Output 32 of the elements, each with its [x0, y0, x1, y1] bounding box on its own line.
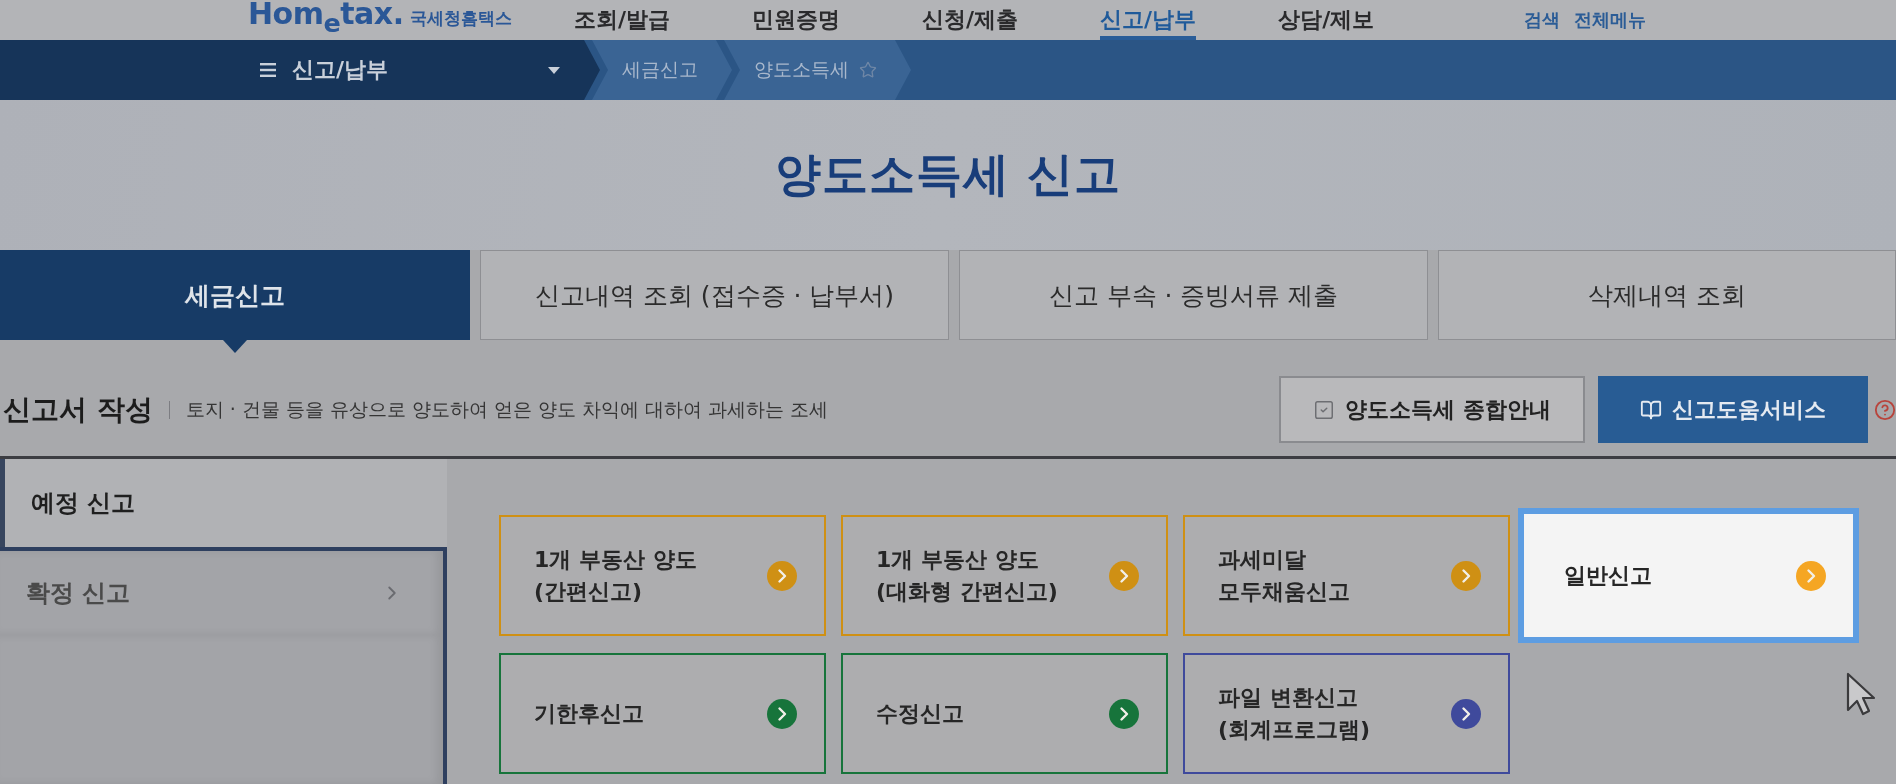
nav-menu-item[interactable]: 상담/제보	[1278, 0, 1375, 40]
checkbox-icon	[1313, 398, 1336, 421]
filing-option-button[interactable]: 기한후신고	[499, 653, 826, 774]
logo-subtitle: 국세청홈택스	[409, 6, 512, 30]
filing-option-button[interactable]: 과세미달 모두채움신고	[1183, 515, 1510, 636]
filing-option-button[interactable]: 1개 부동산 양도 (대화형 간편신고)	[841, 515, 1168, 636]
book-icon	[1640, 398, 1662, 421]
sidebar-item[interactable]: 확정 신고	[0, 547, 447, 635]
mouse-cursor-icon	[1846, 672, 1876, 716]
filing-option-button[interactable]: 수정신고	[841, 653, 1168, 774]
page-title: 양도소득세 신고	[775, 146, 1121, 203]
nav-menu-item[interactable]: 민원증명	[752, 0, 841, 40]
guide-button[interactable]: 양도소득세 종합안내	[1279, 376, 1585, 443]
filing-option-button[interactable]: 1개 부동산 양도 (간편신고)	[499, 515, 826, 636]
tab[interactable]: 삭제내역 조회	[1438, 250, 1896, 340]
caret-icon	[548, 66, 560, 74]
sidebar-item[interactable]: 예정 신고	[0, 459, 447, 547]
logo-wordmark[interactable]: Hom$_{e}$tax.	[248, 0, 404, 40]
help-icon[interactable]	[1874, 398, 1896, 421]
menu-icon	[260, 63, 276, 77]
menu-dropdown[interactable]: 신고/납부	[0, 40, 600, 100]
nav-menu-item[interactable]: 조회/발급	[574, 0, 671, 40]
tab[interactable]: 신고내역 조회 (접수증 · 납부서)	[480, 250, 949, 340]
section-description: 토지 · 건물 등을 유상으로 양도하여 얻은 양도 차익에 대하여 과세하는 조세	[185, 396, 829, 422]
section-title: 신고서 작성	[3, 391, 153, 428]
help-service-button[interactable]: 신고도움서비스	[1598, 376, 1868, 443]
tab[interactable]: 신고 부속 · 증빙서류 제출	[959, 250, 1428, 340]
tab-pointer-icon	[223, 340, 247, 353]
filing-option-button[interactable]: 일반신고	[1518, 508, 1859, 643]
star-icon[interactable]	[859, 61, 877, 79]
filing-option-button[interactable]: 파일 변환신고 (회계프로그램)	[1183, 653, 1510, 774]
nav-menu-item[interactable]: 신청/제출	[922, 0, 1019, 40]
